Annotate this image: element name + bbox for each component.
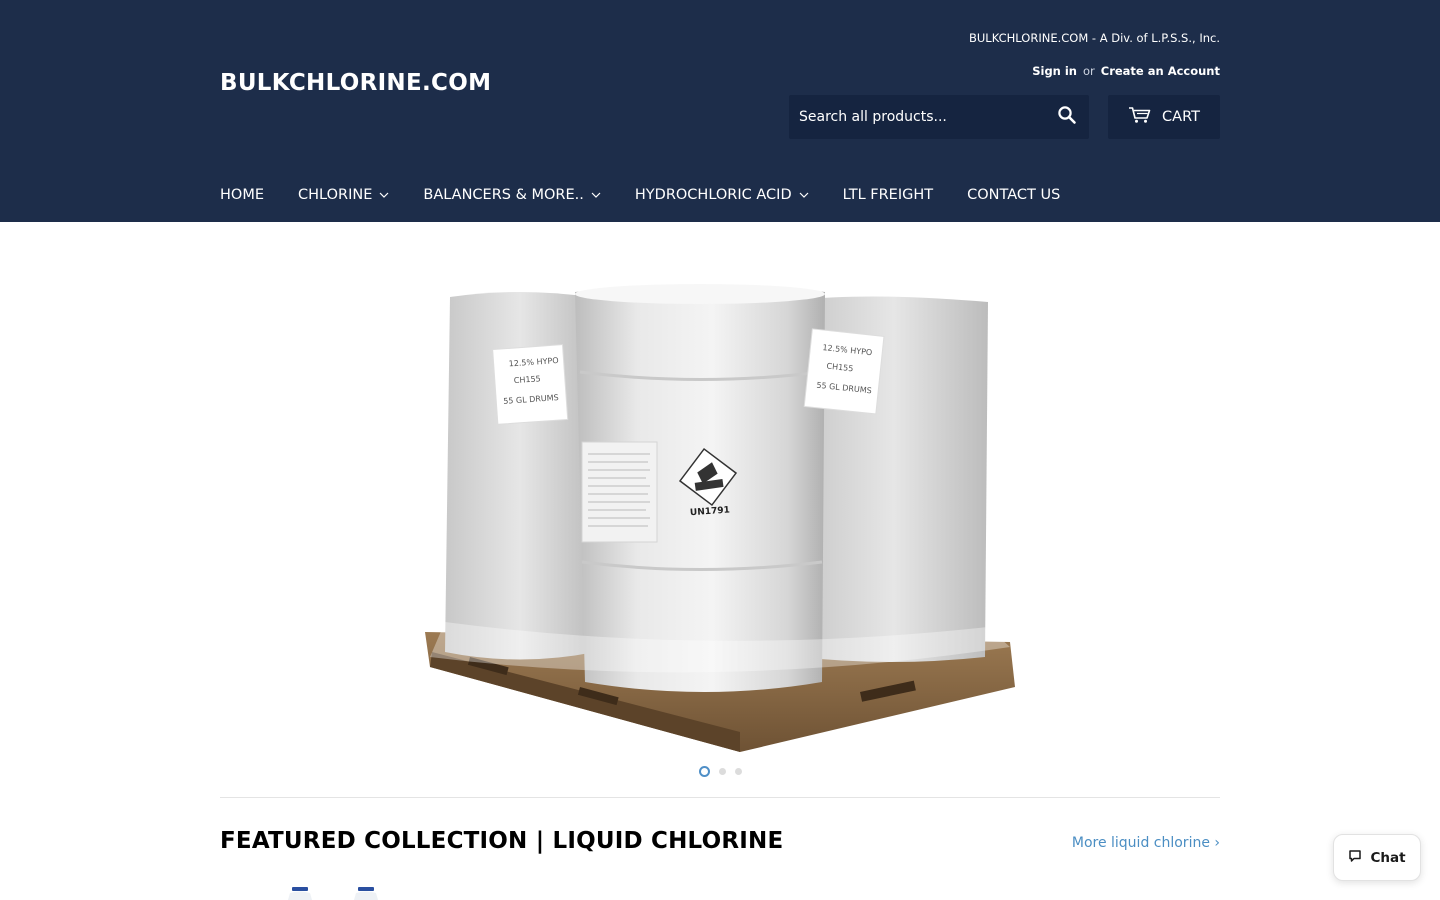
site-logo[interactable]: BULKCHLORINE.COM xyxy=(220,70,491,96)
header-tagline: BULKCHLORINE.COM - A Div. of L.P.S.S., I… xyxy=(968,31,1220,45)
nav-label: BALANCERS & MORE.. xyxy=(423,187,584,203)
account-links: Sign in or Create an Account xyxy=(1032,64,1220,78)
product-thumbnails-partial xyxy=(284,884,404,900)
sign-in-link[interactable]: Sign in xyxy=(1032,64,1077,78)
nav-label: HOME xyxy=(220,187,264,203)
nav-item-home[interactable]: HOME xyxy=(220,187,264,203)
chat-button[interactable]: Chat xyxy=(1333,834,1421,881)
create-account-link[interactable]: Create an Account xyxy=(1101,64,1220,78)
section-divider xyxy=(220,797,1220,798)
chat-bubble-icon xyxy=(1348,849,1370,867)
slide-dot-1[interactable] xyxy=(698,766,710,777)
svg-text:CH155: CH155 xyxy=(514,374,541,385)
chevron-down-icon xyxy=(799,192,809,198)
cart-label: CART xyxy=(1162,109,1200,125)
site-header: BULKCHLORINE.COM BULKCHLORINE.COM - A Di… xyxy=(0,0,1440,222)
search-icon xyxy=(1057,105,1077,129)
slide-dot-2[interactable] xyxy=(718,768,726,775)
featured-collection-title: FEATURED COLLECTION | LIQUID CHLORINE xyxy=(220,828,784,854)
slide-dot-3[interactable] xyxy=(734,768,742,775)
chat-label: Chat xyxy=(1370,849,1406,866)
nav-item-balancers[interactable]: BALANCERS & MORE.. xyxy=(423,187,601,203)
nav-label: CHLORINE xyxy=(298,187,373,203)
nav-label: CONTACT US xyxy=(967,187,1061,203)
cart-icon xyxy=(1128,106,1162,128)
more-liquid-chlorine-link[interactable]: More liquid chlorine › xyxy=(1072,835,1220,851)
cart-button[interactable]: CART xyxy=(1108,95,1220,139)
slideshow-pagination xyxy=(0,766,1440,777)
nav-label: LTL FREIGHT xyxy=(842,187,934,203)
search-input[interactable] xyxy=(789,95,1045,139)
nav-item-hydrochloric-acid[interactable]: HYDROCHLORIC ACID xyxy=(635,187,809,203)
hero-slideshow[interactable]: 12.5% HYPO CH155 55 GL DRUMS 12.5% HYPO … xyxy=(220,262,1220,757)
hero-image-drums-pallet: 12.5% HYPO CH155 55 GL DRUMS 12.5% HYPO … xyxy=(425,284,1015,752)
search-bar xyxy=(789,95,1089,139)
chevron-down-icon xyxy=(591,192,601,198)
nav-item-contact-us[interactable]: CONTACT US xyxy=(967,187,1060,203)
chevron-down-icon xyxy=(379,192,389,198)
nav-item-ltl-freight[interactable]: LTL FREIGHT xyxy=(843,187,933,203)
or-text: or xyxy=(1083,64,1095,78)
main-nav: HOME CHLORINE BALANCERS & MORE.. HYDROCH… xyxy=(220,184,1094,206)
nav-label: HYDROCHLORIC ACID xyxy=(634,187,792,203)
search-button[interactable] xyxy=(1045,95,1089,139)
nav-item-chlorine[interactable]: CHLORINE xyxy=(298,187,389,203)
